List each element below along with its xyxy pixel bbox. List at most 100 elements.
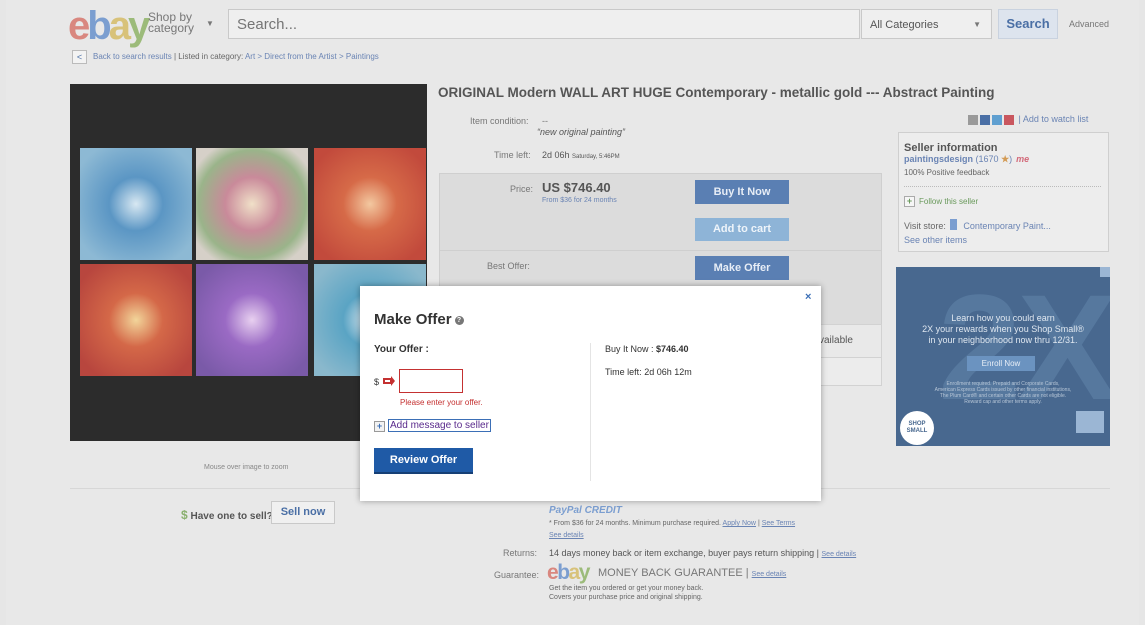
time-left-label: Time left: [605,367,642,377]
price-box [439,173,882,251]
logo-letter: b [87,4,112,48]
add-message-link[interactable]: Add message to seller [388,419,491,432]
painting-thumb-1 [80,148,192,260]
painting-thumb-4 [80,264,192,376]
dollar-icon: $ [181,508,188,522]
logo-letter: y [127,4,150,48]
guarantee-sub2: Covers your purchase price and original … [549,594,703,601]
item-title: ORIGINAL Modern WALL ART HUGE Contempora… [438,85,995,100]
guarantee-sub1: Get the item you ordered or get your mon… [549,585,704,592]
bin-label: Buy It Now : [605,344,654,354]
painting-thumb-3 [314,148,426,260]
ebay-item-page: ebay Shop by category ▼ All Categories ▼… [6,0,1139,625]
listed-in-label: | Listed in category: [173,52,244,62]
review-offer-button[interactable]: Review Offer [374,448,473,474]
condition-quote: “new original painting” [537,127,626,137]
ad-headline: Learn how you could earn 2X your rewards… [896,313,1110,346]
visit-store-label: Visit store: [904,221,946,231]
logo-letter: e [547,561,559,584]
back-arrow-icon[interactable]: < [72,50,87,64]
apply-now-link[interactable]: Apply Now [723,520,756,527]
time-left-detail: Saturday, 5:46PM [572,154,620,160]
seller-score[interactable]: (1670 [976,154,999,164]
see-terms-link[interactable]: See Terms [762,520,795,527]
returns-see-details-link[interactable]: See details [822,551,857,558]
see-other-items-link[interactable]: See other items [904,235,967,245]
logo-letter: a [568,561,581,584]
store-icon [950,219,958,230]
close-icon[interactable]: × [805,291,811,303]
advanced-search-link[interactable]: Advanced [1069,19,1109,29]
price-value: US $746.40 [542,180,611,195]
paypal-note: * From $36 for 24 months. Minimum purcha… [549,520,796,527]
time-left-value: 2d 06h 12m [644,367,692,377]
add-to-cart-button[interactable]: Add to cart [695,218,789,241]
logo-letter: e [68,4,90,48]
make-offer-dialog: × Make Offer? Your Offer : $ Please ente… [360,286,821,501]
ad-fine-print: Enrollment required. Prepaid and Corpora… [906,381,1100,405]
shop-small-logo: SHOP SMALL [900,411,934,445]
chevron-down-icon: ▼ [973,20,981,29]
returns-text: 14 days money back or item exchange, buy… [549,548,819,558]
seller-username[interactable]: paintingsdesign [904,154,973,164]
ad-headline-line: in your neighborhood now thru 12/31. [928,335,1078,345]
add-to-watch-list-link[interactable]: | Add to watch list [1019,114,1089,124]
plus-icon: + [374,421,385,432]
price-label: Price: [510,184,534,194]
ebay-logo[interactable]: ebay [68,4,150,48]
guarantee-see-details-link[interactable]: See details [752,571,787,578]
paypal-credit-logo: PayPal CREDIT [549,505,622,516]
condition-value: -- [542,116,548,126]
enroll-now-button[interactable]: Enroll Now [967,356,1035,371]
twitter-icon[interactable] [992,114,1002,125]
email-icon[interactable] [968,114,978,125]
shop-small-line: SMALL [906,428,928,434]
buy-it-now-button[interactable]: Buy It Now [695,180,789,204]
painting-thumb-5 [196,264,308,376]
search-box[interactable] [228,9,860,39]
plus-icon: + [904,196,915,207]
search-button[interactable]: Search [998,9,1058,39]
seller-name[interactable]: paintingsdesign (1670 ★) me [904,154,1029,165]
condition-label: Item condition: [470,116,529,126]
store-link[interactable]: Contemporary Paint... [963,221,1051,231]
help-icon[interactable]: ? [454,316,464,325]
divider [590,343,591,481]
follow-seller[interactable]: + Follow this seller [904,196,978,207]
error-arrow-icon [383,376,395,386]
logo-letter: a [108,4,131,48]
make-offer-button[interactable]: Make Offer [695,256,789,280]
logo-letter: y [578,561,591,584]
guarantee-title: MONEY BACK GUARANTEE [598,567,743,579]
returns-label: Returns: [503,548,538,558]
availability-box-lower [814,358,882,386]
shop-by-category[interactable]: Shop by category ▼ [148,11,214,34]
chevron-down-icon: ▼ [206,19,214,28]
back-to-results-link[interactable]: Back to search results [93,52,172,61]
your-offer-label: Your Offer : [374,344,429,355]
pinterest-icon[interactable] [1004,114,1014,125]
time-left-duration: 2d 06h [542,150,570,160]
see-details-link[interactable]: See details [549,532,584,539]
zoom-note: Mouse over image to zoom [204,464,289,471]
time-left-label: Time left: [494,150,531,160]
search-input[interactable] [229,10,859,38]
returns-value: 14 days money back or item exchange, buy… [549,548,856,558]
category-select[interactable]: All Categories ▼ [861,9,992,39]
add-message-to-seller[interactable]: + Add message to seller [374,419,491,432]
time-left-value: 2d 06h Saturday, 5:46PM [542,150,620,160]
offer-amount-input[interactable] [399,369,463,393]
me-badge-icon: me [1016,154,1030,164]
category-path-link[interactable]: Art > Direct from the Artist > Paintings [245,52,379,61]
dialog-title: Make Offer? [374,311,464,328]
offer-error-message: Please enter your offer. [400,398,483,407]
price-financing-link[interactable]: From $36 for 24 months [542,197,617,204]
breadcrumb: < Back to search results | Listed in cate… [72,50,379,64]
paypal-note-text: * From $36 for 24 months. Minimum purcha… [549,520,721,527]
sell-now-button[interactable]: Sell now [271,501,335,524]
follow-seller-label: Follow this seller [919,197,979,206]
star-icon: ★ [998,154,1010,164]
facebook-icon[interactable] [980,114,990,125]
guarantee-label: Guarantee: [494,570,540,580]
advertisement[interactable]: 2X Learn how you could earn 2X your rewa… [896,267,1110,446]
